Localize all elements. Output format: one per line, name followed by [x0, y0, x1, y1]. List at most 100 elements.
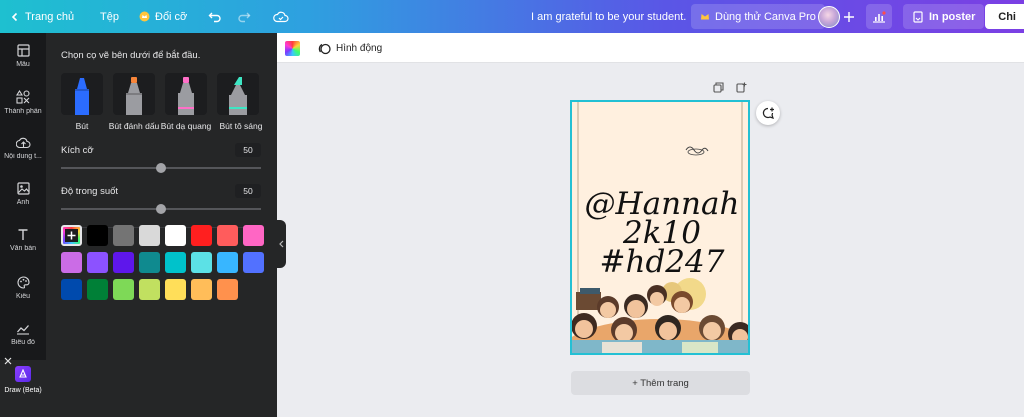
document-title[interactable]: I am grateful to be your student.	[531, 0, 686, 33]
size-slider[interactable]	[61, 163, 261, 173]
share-label: Chi	[998, 10, 1016, 23]
color-swatch[interactable]	[165, 279, 186, 300]
add-page-label: + Thêm trang	[632, 377, 689, 389]
rail-item-charts[interactable]: Biểu đồ	[0, 311, 46, 357]
try-pro-button[interactable]: Dùng thử Canva Pro	[691, 4, 825, 29]
color-swatch[interactable]	[217, 252, 238, 273]
chevron-left-icon	[279, 240, 284, 248]
color-swatch[interactable]	[165, 225, 186, 246]
brush-pen[interactable]	[61, 73, 103, 115]
add-collaborator-button[interactable]	[843, 0, 855, 33]
color-swatch[interactable]	[87, 252, 108, 273]
opacity-value[interactable]: 50	[235, 184, 261, 198]
color-picker-button[interactable]	[285, 41, 300, 56]
duplicate-page-icon[interactable]	[713, 82, 724, 93]
try-pro-label: Dùng thử Canva Pro	[715, 10, 816, 23]
close-draw-button[interactable]	[4, 357, 12, 368]
resize-button[interactable]: Đổi cỡ	[139, 0, 187, 33]
avatar-image	[818, 5, 840, 28]
color-swatch[interactable]	[139, 225, 160, 246]
opacity-label: Độ trong suốt	[61, 186, 119, 197]
draw-app-icon	[15, 366, 31, 382]
color-swatch[interactable]	[243, 252, 264, 273]
brush-glow-pen[interactable]	[165, 73, 207, 115]
rail-label: Thành phần	[4, 107, 42, 115]
color-swatch[interactable]	[139, 252, 160, 273]
color-swatch[interactable]	[113, 252, 134, 273]
rail-footer	[0, 404, 46, 417]
undo-button[interactable]	[208, 0, 222, 33]
color-swatch[interactable]	[139, 279, 160, 300]
size-slider-handle[interactable]	[156, 163, 166, 173]
rail-item-templates[interactable]: Mẫu	[0, 33, 46, 79]
brush-label: Bút dạ quang	[160, 121, 212, 131]
color-swatch[interactable]	[87, 225, 108, 246]
marker-brush-icon	[126, 77, 142, 115]
rail-label: Văn bản	[9, 245, 37, 252]
resize-label: Đổi cỡ	[155, 10, 188, 23]
rail-item-text[interactable]: Văn bản	[0, 217, 46, 263]
bar-chart-icon	[873, 10, 886, 23]
brush-label: Bút	[75, 121, 89, 131]
avatar[interactable]	[818, 0, 840, 33]
color-swatch[interactable]	[243, 225, 264, 246]
share-button[interactable]: Chi	[985, 4, 1024, 29]
color-swatch[interactable]	[87, 279, 108, 300]
rail-item-elements[interactable]: Thành phần	[0, 79, 46, 125]
analytics-button[interactable]	[866, 4, 892, 29]
design-page[interactable]: @Hannah 2k10 #hd247	[570, 100, 750, 355]
brush-label: Bút tô sáng	[219, 121, 263, 131]
size-value[interactable]: 50	[235, 143, 261, 157]
size-label: Kích cỡ	[61, 145, 94, 156]
file-menu[interactable]: Tệp	[100, 0, 119, 33]
file-label: Tệp	[100, 10, 119, 23]
rail-label: Mẫu	[16, 61, 30, 68]
print-poster-button[interactable]: In poster	[903, 4, 985, 29]
color-swatch[interactable]	[113, 225, 134, 246]
rail-item-photos[interactable]: Ảnh	[0, 171, 46, 217]
opacity-slider-handle[interactable]	[156, 204, 166, 214]
crown-icon	[701, 14, 709, 20]
rail-item-styles[interactable]: Kiểu	[0, 265, 46, 311]
pen-icon	[19, 369, 27, 378]
color-swatch[interactable]	[191, 279, 212, 300]
brush-highlighter[interactable]	[217, 73, 259, 115]
redo-icon	[238, 12, 251, 22]
home-button[interactable]: Trang chủ	[10, 0, 74, 33]
redo-button[interactable]	[237, 0, 251, 33]
document-title-text: I am grateful to be your student.	[531, 10, 687, 23]
draw-panel: Chọn cọ vẽ bên dưới để bắt đầu. Bút Bút …	[46, 33, 277, 417]
collapse-panel-button[interactable]	[277, 220, 286, 268]
color-swatch[interactable]	[165, 252, 186, 273]
add-page-icon[interactable]	[736, 82, 747, 93]
opacity-slider[interactable]	[61, 204, 261, 214]
color-swatch[interactable]	[217, 225, 238, 246]
add-comment-button[interactable]	[756, 101, 780, 125]
rail-item-uploads[interactable]: Nội dung t...	[0, 125, 46, 171]
highlighter-brush-icon	[229, 77, 247, 115]
plus-icon	[65, 229, 78, 242]
editor-toolbar: Hình động	[277, 33, 1024, 63]
color-swatch[interactable]	[191, 225, 212, 246]
brush-label: Bút đánh dấu	[108, 121, 160, 131]
glow-pen-brush-icon	[178, 77, 194, 115]
add-page-button[interactable]: + Thêm trang	[571, 371, 750, 395]
comment-plus-icon	[762, 107, 774, 119]
rail-label: Nội dung t...	[4, 152, 42, 160]
color-swatch[interactable]	[191, 252, 212, 273]
rail-label: Kiểu	[15, 293, 30, 300]
animate-button[interactable]: Hình động	[318, 33, 382, 63]
cloud-check-icon	[273, 11, 289, 22]
rail-label: Ảnh	[16, 199, 30, 206]
color-swatch[interactable]	[61, 279, 82, 300]
cloud-save-button[interactable]	[273, 0, 289, 33]
shapes-icon	[16, 89, 30, 104]
crown-icon	[139, 11, 150, 22]
add-color-button[interactable]	[61, 225, 82, 246]
brush-marker[interactable]	[113, 73, 155, 115]
left-rail: Mẫu Thành phần Nội dung t... Ảnh Văn bản…	[0, 33, 46, 417]
color-swatch[interactable]	[61, 252, 82, 273]
color-swatch[interactable]	[113, 279, 134, 300]
color-swatch[interactable]	[217, 279, 238, 300]
image-icon	[16, 182, 30, 195]
